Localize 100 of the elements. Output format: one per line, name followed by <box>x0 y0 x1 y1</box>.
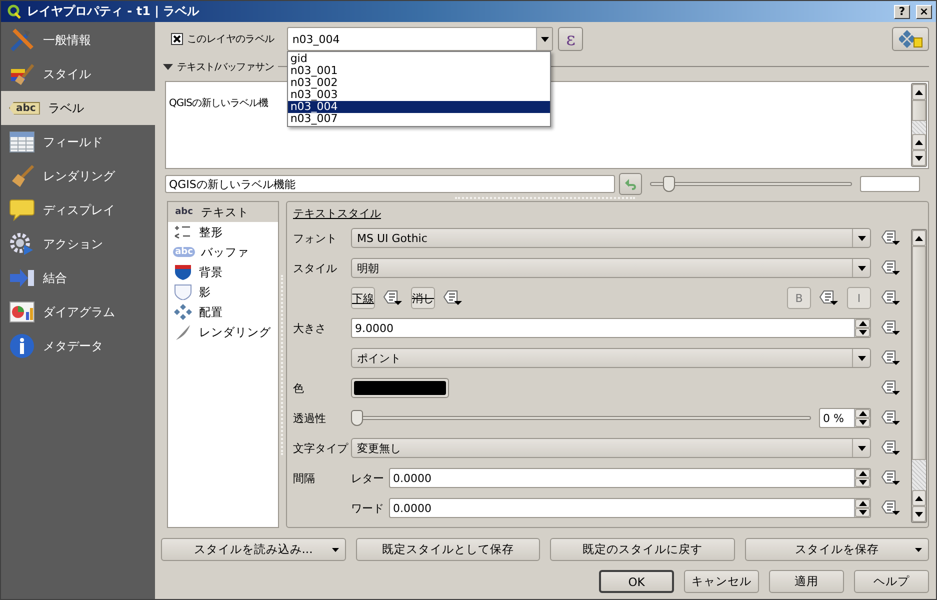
dropdown[interactable]: ポイント <box>351 348 871 368</box>
dropdown[interactable]: 変更無し <box>351 438 871 458</box>
style-button[interactable]: スタイルを読み込み... <box>161 538 346 561</box>
sidebar-item[interactable]: レンダリング <box>1 159 155 193</box>
scroll-up-button[interactable] <box>912 134 926 150</box>
sidebar-item[interactable]: ディスプレイ <box>1 193 155 227</box>
field-dropdown[interactable]: n03_004 <box>287 27 554 51</box>
down-arrow-icon <box>915 512 923 516</box>
override-menu-icon[interactable] <box>881 500 901 516</box>
logo-icon <box>7 4 21 19</box>
override-menu-icon[interactable] <box>881 380 901 396</box>
spin-box[interactable]: 0 % <box>819 408 871 428</box>
slider-thumb[interactable] <box>351 410 363 426</box>
panel-title: テキストスタイル <box>293 206 381 222</box>
close-button[interactable]: × <box>916 4 932 18</box>
sidebar-label: スタイル <box>43 66 91 82</box>
style-button[interactable]: スタイルを保存 <box>744 538 929 561</box>
spin-box[interactable]: 0.0000 <box>389 498 871 518</box>
field-label: 色 <box>293 380 305 396</box>
scrollbar[interactable] <box>911 229 927 523</box>
format-icon <box>173 224 193 240</box>
list-item[interactable]: abc テキスト <box>168 202 278 222</box>
down-arrow-icon <box>858 480 866 485</box>
dropdown-arrow-icon <box>540 36 549 42</box>
format-button[interactable]: 消し <box>411 287 435 309</box>
dialog-button[interactable]: ヘルプ <box>854 570 929 593</box>
slider[interactable] <box>650 176 852 192</box>
check-mark-icon <box>173 35 181 43</box>
sidebar-item[interactable]: abc ラベル <box>1 91 155 125</box>
override-menu-icon[interactable] <box>881 290 901 306</box>
scroll-up-button[interactable] <box>912 490 926 506</box>
scrollbar-thumb[interactable] <box>912 246 926 460</box>
up-arrow-icon <box>915 496 923 500</box>
override-menu-icon[interactable] <box>881 320 901 336</box>
slider-thumb[interactable] <box>663 176 676 192</box>
sidebar-item[interactable]: 一般情報 <box>1 23 155 57</box>
sidebar-item[interactable]: アクション <box>1 227 155 261</box>
checkbox[interactable] <box>171 33 183 45</box>
sidebar-label: 一般情報 <box>43 32 91 48</box>
info-icon <box>9 333 35 359</box>
override-menu-icon[interactable] <box>881 470 901 486</box>
dialog-button[interactable]: OK <box>599 570 674 593</box>
scroll-up-button[interactable] <box>912 84 926 100</box>
dropdown-option[interactable]: n03_001 <box>288 65 550 77</box>
scroll-up-button[interactable] <box>912 230 926 246</box>
dropdown-option[interactable]: gid <box>288 53 550 65</box>
field-label: 透過性 <box>293 410 327 426</box>
format-button[interactable]: 下線 <box>351 287 375 309</box>
dropdown[interactable]: 明朝 <box>351 258 871 278</box>
dialog-button[interactable]: キャンセル <box>684 570 759 593</box>
up-arrow-icon <box>858 501 866 506</box>
scrollbar-track[interactable] <box>912 120 926 134</box>
dropdown-option[interactable]: n03_003 <box>288 89 550 101</box>
dialog-button[interactable]: 適用 <box>769 570 844 593</box>
override-menu-icon[interactable] <box>881 260 901 276</box>
sidebar-item[interactable]: 結合 <box>1 261 155 295</box>
override-menu-icon[interactable] <box>383 290 403 306</box>
spin-box[interactable]: 0.0000 <box>389 468 871 488</box>
sidebar-item[interactable]: フィールド <box>1 125 155 159</box>
help-button[interactable]: ? <box>894 4 910 18</box>
sidebar-label: アクション <box>43 236 103 252</box>
override-menu-icon[interactable] <box>443 290 463 306</box>
window-title: レイヤプロパティ - t1 | ラベル <box>27 3 200 20</box>
dropdown-option[interactable]: n03_002 <box>288 77 550 89</box>
settings-button[interactable] <box>892 27 929 51</box>
slider[interactable] <box>351 410 811 426</box>
reset-button[interactable] <box>619 173 642 196</box>
move-icon <box>173 304 193 320</box>
sidebar-item[interactable]: ダイアグラム <box>1 295 155 329</box>
list-label: レンダリング <box>199 324 271 340</box>
expand-arrow-icon[interactable] <box>163 62 173 71</box>
section-title: テキスト/バッファサン <box>177 60 274 74</box>
style-button[interactable]: 既定のスタイルに戻す <box>550 538 734 561</box>
scroll-down-button[interactable] <box>912 150 926 166</box>
sample-text-field[interactable]: QGISの新しいラベル機能 <box>165 175 615 194</box>
scrollbar-thumb[interactable] <box>912 100 926 120</box>
field-label: スタイル <box>293 260 338 276</box>
dropdown-option[interactable]: n03_004 <box>288 101 550 113</box>
scroll-down-button[interactable] <box>912 506 926 522</box>
down-arrow-icon <box>915 156 923 161</box>
list-label: バッファ <box>201 244 249 260</box>
dropdown-option[interactable]: n03_007 <box>288 113 550 125</box>
up-arrow-icon <box>858 471 866 476</box>
scrollbar[interactable] <box>911 83 927 168</box>
expression-button[interactable]: ε <box>558 27 584 51</box>
sidebar-label: フィールド <box>43 134 103 150</box>
field-label: 間隔 <box>293 470 316 486</box>
override-menu-icon[interactable] <box>819 290 839 306</box>
sidebar-item[interactable]: スタイル <box>1 57 155 91</box>
sidebar-item[interactable]: メタデータ <box>1 329 155 363</box>
style-button[interactable]: 既定スタイルとして保存 <box>356 538 540 561</box>
move-icon <box>898 30 922 48</box>
override-menu-icon[interactable] <box>881 230 901 246</box>
dropdown[interactable]: MS UI Gothic <box>351 228 871 248</box>
color-field[interactable] <box>860 176 920 192</box>
spin-box[interactable]: 9.0000 <box>351 318 871 338</box>
field-label: フォント <box>293 230 338 246</box>
override-menu-icon[interactable] <box>881 410 901 426</box>
override-menu-icon[interactable] <box>881 350 901 366</box>
override-menu-icon[interactable] <box>881 440 901 456</box>
